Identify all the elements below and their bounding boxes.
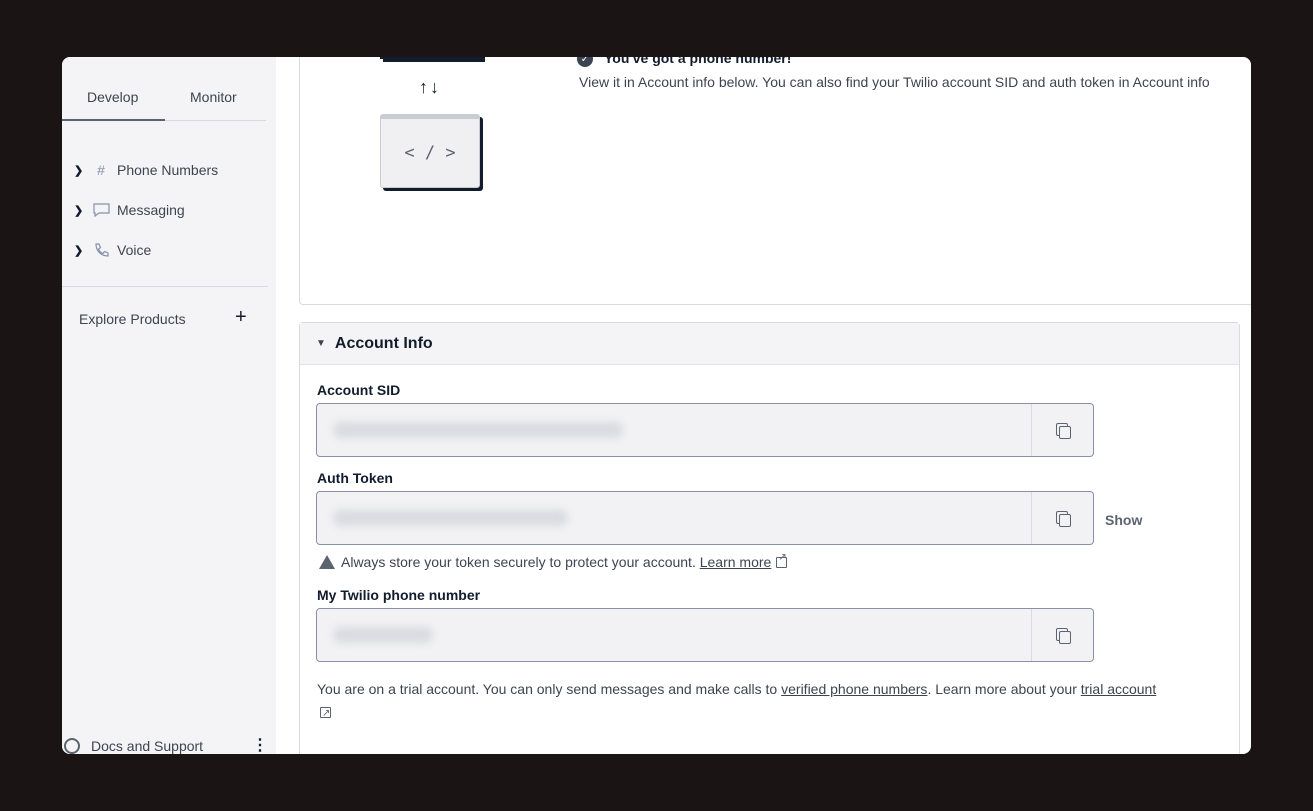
warning-text: Always store your token securely to prot…	[341, 554, 696, 570]
phone-icon	[90, 242, 112, 258]
auth-token-field[interactable]	[316, 491, 1094, 545]
trial-notice: You are on a trial account. You can only…	[317, 677, 1227, 726]
sidebar-tabs: Develop Monitor	[62, 57, 266, 121]
plus-icon[interactable]: +	[235, 307, 247, 327]
sidebar-item-label: Voice	[117, 242, 152, 258]
copy-phone-number-button[interactable]	[1031, 609, 1093, 661]
chat-bubble-icon	[90, 202, 112, 218]
sync-arrows-icon: ↑↓	[419, 77, 441, 97]
sidebar-item-voice[interactable]: ❯ Voice	[74, 239, 264, 261]
external-link-icon	[776, 552, 788, 568]
trial-text-2: . Learn more about your	[927, 681, 1077, 697]
account-sid-field[interactable]	[316, 403, 1094, 457]
copy-icon	[1055, 627, 1071, 644]
trial-account-link[interactable]: trial account	[1081, 681, 1156, 697]
code-illustration: < / >	[380, 114, 480, 188]
more-options-icon[interactable]: ⋮	[252, 737, 268, 754]
tab-develop[interactable]: Develop	[87, 89, 138, 105]
sidebar-item-phone-numbers[interactable]: ❯ # Phone Numbers	[74, 159, 264, 181]
account-info-header[interactable]: ▼ Account Info	[300, 323, 1239, 365]
explore-products-link[interactable]: Explore Products	[79, 311, 186, 327]
chevron-right-icon: ❯	[74, 204, 84, 217]
auth-token-value	[333, 510, 568, 526]
copy-account-sid-button[interactable]	[1031, 404, 1093, 456]
collapse-triangle-icon: ▼	[316, 338, 326, 349]
copy-icon	[1055, 510, 1071, 527]
warning-icon	[319, 555, 335, 569]
sidebar-item-label: Phone Numbers	[117, 162, 219, 178]
sidebar-divider	[62, 286, 268, 287]
tab-monitor[interactable]: Monitor	[190, 89, 237, 105]
docs-and-support-link[interactable]: Docs and Support	[64, 738, 203, 754]
show-token-button[interactable]: Show	[1105, 512, 1142, 528]
success-description: View it in Account info below. You can a…	[579, 74, 1210, 90]
token-warning: Always store your token securely to prot…	[319, 552, 788, 570]
external-link-icon	[320, 702, 331, 726]
verified-numbers-link[interactable]: verified phone numbers	[781, 681, 927, 697]
sidebar: Develop Monitor ❯ # Phone Numbers ❯ Mess…	[62, 57, 276, 754]
copy-icon	[1055, 422, 1071, 439]
learn-more-link[interactable]: Learn more	[700, 554, 772, 570]
phone-illustration-box	[380, 57, 482, 59]
sidebar-item-label: Messaging	[117, 202, 185, 218]
success-title: You've got a phone number!	[604, 57, 792, 66]
active-tab-indicator	[62, 119, 165, 121]
trial-text: You are on a trial account. You can only…	[317, 681, 778, 697]
phone-number-field[interactable]	[316, 608, 1094, 662]
phone-number-label: My Twilio phone number	[317, 587, 481, 603]
chevron-right-icon: ❯	[74, 244, 84, 257]
account-sid-value	[333, 422, 623, 438]
code-glyph: < / >	[404, 143, 456, 163]
account-sid-label: Account SID	[317, 382, 401, 398]
phone-number-value	[333, 627, 433, 643]
chevron-right-icon: ❯	[74, 164, 84, 177]
auth-token-label: Auth Token	[317, 470, 393, 486]
hash-icon: #	[97, 162, 105, 178]
sidebar-item-messaging[interactable]: ❯ Messaging	[74, 199, 264, 221]
lifebuoy-icon	[64, 738, 80, 754]
docs-label: Docs and Support	[91, 738, 204, 754]
account-info-title: Account Info	[334, 334, 433, 352]
copy-auth-token-button[interactable]	[1031, 492, 1093, 544]
app-window: Develop Monitor ❯ # Phone Numbers ❯ Mess…	[62, 57, 1251, 754]
